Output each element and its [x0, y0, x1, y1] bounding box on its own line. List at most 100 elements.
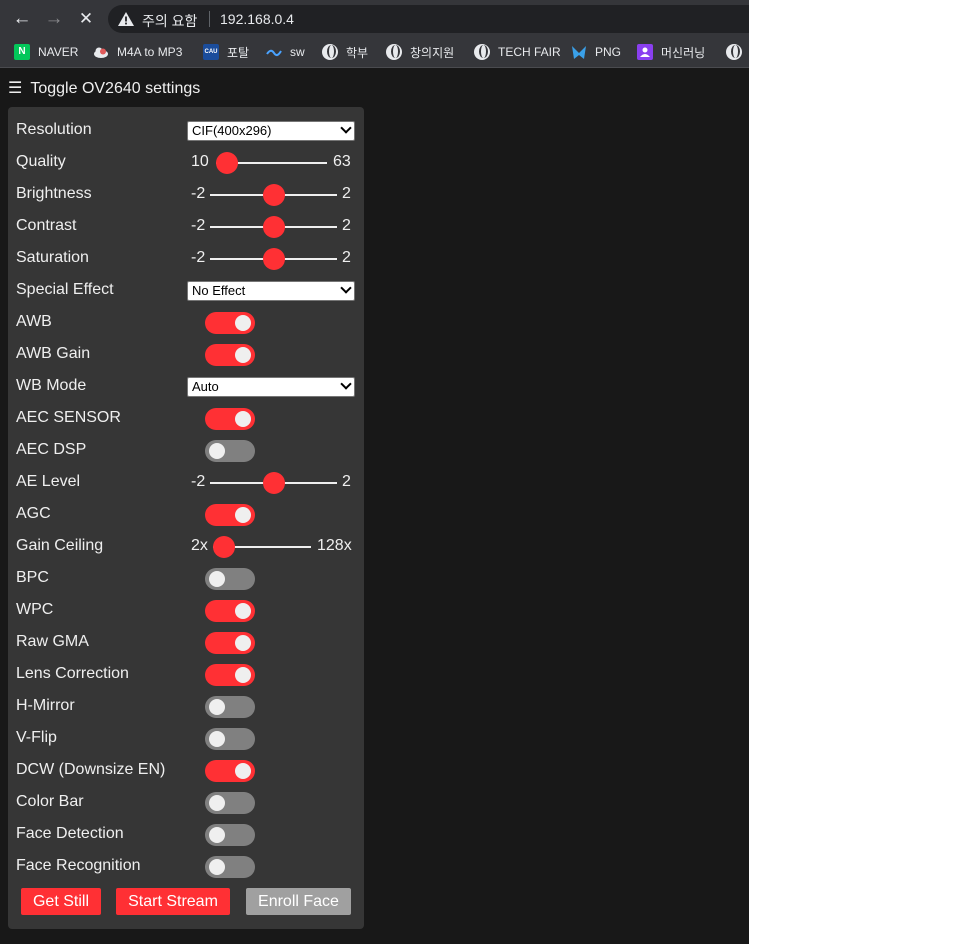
globe-icon — [322, 44, 338, 60]
awb-gain-label: AWB Gain — [16, 345, 91, 362]
bpc-toggle[interactable] — [205, 568, 255, 590]
bookmark-naver[interactable]: N NAVER — [14, 43, 78, 61]
color-bar-label: Color Bar — [16, 793, 84, 810]
aec-dsp-label: AEC DSP — [16, 441, 87, 458]
brightness-slider-thumb[interactable] — [262, 184, 285, 206]
bookmark-ml[interactable]: 머신러닝 — [637, 43, 705, 61]
wpc-label: WPC — [16, 601, 54, 618]
resolution-row: Resolution CIF(400x296) — [16, 119, 358, 141]
gain-ceiling-min: 2x — [191, 537, 208, 554]
awb-gain-toggle[interactable] — [205, 344, 255, 366]
contrast-row: Contrast -2 2 — [16, 215, 358, 238]
face-detection-toggle[interactable] — [205, 824, 255, 846]
saturation-max: 2 — [342, 249, 351, 266]
bookmark-label: 창의지원 — [410, 45, 455, 60]
ae-level-label: AE Level — [16, 473, 81, 490]
quality-label: Quality — [16, 153, 66, 170]
ae-level-min: -2 — [191, 473, 206, 490]
gain-ceiling-label: Gain Ceiling — [16, 537, 104, 554]
toggle-knob — [209, 571, 225, 587]
color-bar-toggle[interactable] — [205, 792, 255, 814]
bookmark-sw[interactable]: sw — [266, 43, 305, 61]
v-flip-label: V-Flip — [16, 729, 57, 746]
agc-toggle[interactable] — [205, 504, 255, 526]
bookmark-changui[interactable]: 창의지원 — [386, 43, 454, 61]
aec-dsp-toggle[interactable] — [205, 440, 255, 462]
quality-row: Quality 10 63 — [16, 151, 358, 174]
face-recognition-toggle[interactable] — [205, 856, 255, 878]
omnibox-separator — [209, 11, 210, 27]
globe-icon — [474, 44, 490, 60]
get-still-button[interactable]: Get Still — [21, 888, 101, 915]
dcw-toggle[interactable] — [205, 760, 255, 782]
wpc-toggle[interactable] — [205, 600, 255, 622]
toggle-knob — [235, 635, 251, 651]
face-detection-row: Face Detection — [16, 823, 358, 846]
saturation-slider-thumb[interactable] — [262, 248, 285, 270]
toggle-knob — [209, 731, 225, 747]
raw-gma-toggle[interactable] — [205, 632, 255, 654]
chevron-down-icon — [340, 122, 352, 134]
toggle-knob — [209, 827, 225, 843]
awb-toggle[interactable] — [205, 312, 255, 334]
cau-icon: CAU — [203, 44, 219, 60]
png-icon — [571, 44, 587, 60]
gain-ceiling-row: Gain Ceiling 2x 128x — [16, 535, 358, 558]
toggle-knob — [209, 699, 225, 715]
toggle-settings-button[interactable]: ☰ Toggle OV2640 settings — [8, 78, 200, 98]
lens-correction-label: Lens Correction — [16, 665, 129, 682]
contrast-min: -2 — [191, 217, 206, 234]
resolution-value: CIF(400x296) — [192, 123, 272, 138]
resolution-label: Resolution — [16, 121, 92, 138]
ml-icon — [637, 44, 653, 60]
url-text[interactable]: 192.168.0.4 — [220, 11, 294, 27]
aec-dsp-row: AEC DSP — [16, 439, 358, 462]
bookmark-m4a-to-mp3[interactable]: M4A to MP3 — [93, 43, 182, 61]
v-flip-toggle[interactable] — [205, 728, 255, 750]
dcw-label: DCW (Downsize EN) — [16, 761, 166, 778]
back-icon[interactable]: ← — [10, 7, 34, 31]
special-effect-select[interactable]: No Effect — [187, 281, 355, 301]
color-bar-row: Color Bar — [16, 791, 358, 814]
bookmark-label: sw — [290, 45, 305, 59]
warning-icon[interactable] — [117, 10, 135, 28]
brightness-row: Brightness -2 2 — [16, 183, 358, 206]
globe-icon — [386, 44, 402, 60]
resolution-select[interactable]: CIF(400x296) — [187, 121, 355, 141]
bookmark-png[interactable]: PNG — [571, 43, 621, 61]
quality-slider-thumb[interactable] — [216, 152, 238, 174]
security-label[interactable]: 주의 요함 — [142, 11, 197, 31]
gain-ceiling-slider-thumb[interactable] — [213, 536, 235, 558]
quality-min: 10 — [191, 153, 209, 170]
special-effect-row: Special Effect No Effect — [16, 279, 358, 301]
toggle-knob — [209, 795, 225, 811]
bookmark-portal[interactable]: CAU 포탈 — [203, 43, 249, 61]
lens-correction-toggle[interactable] — [205, 664, 255, 686]
contrast-slider-thumb[interactable] — [262, 216, 285, 238]
bookmark-tech-fair[interactable]: TECH FAIR — [474, 43, 561, 61]
brightness-max: 2 — [342, 185, 351, 202]
special-effect-value: No Effect — [192, 283, 246, 298]
aec-sensor-label: AEC SENSOR — [16, 409, 121, 426]
h-mirror-toggle[interactable] — [205, 696, 255, 718]
ae-level-slider-thumb[interactable] — [262, 472, 285, 494]
saturation-row: Saturation -2 2 — [16, 247, 358, 270]
sw-icon — [266, 44, 282, 60]
start-stream-button[interactable]: Start Stream — [116, 888, 230, 915]
agc-row: AGC — [16, 503, 358, 526]
forward-icon[interactable]: → — [42, 7, 66, 31]
enroll-face-button[interactable]: Enroll Face — [246, 888, 351, 915]
wpc-row: WPC — [16, 599, 358, 622]
address-bar[interactable]: 주의 요함 192.168.0.4 — [108, 5, 749, 33]
stop-loading-icon[interactable]: ✕ — [74, 7, 98, 31]
aec-sensor-toggle[interactable] — [205, 408, 255, 430]
bookmark-overflow[interactable] — [726, 43, 750, 61]
wb-mode-label: WB Mode — [16, 377, 87, 394]
raw-gma-row: Raw GMA — [16, 631, 358, 654]
raw-gma-label: Raw GMA — [16, 633, 89, 650]
wb-mode-select[interactable]: Auto — [187, 377, 355, 397]
special-effect-label: Special Effect — [16, 281, 114, 298]
menu-icon: ☰ — [8, 80, 23, 97]
bookmark-haksa[interactable]: 학부 — [322, 43, 368, 61]
wb-mode-value: Auto — [192, 379, 219, 394]
